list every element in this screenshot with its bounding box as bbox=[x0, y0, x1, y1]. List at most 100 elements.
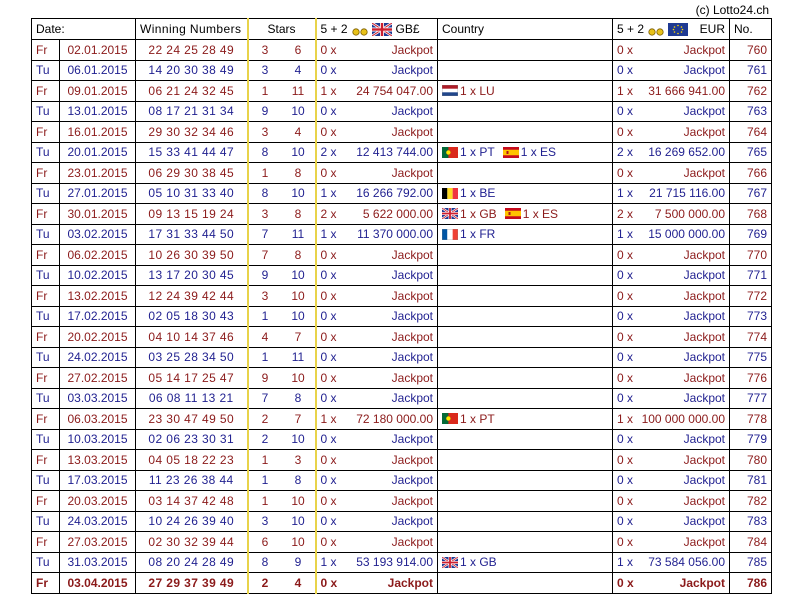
lucky-stars: 18 bbox=[246, 162, 317, 184]
draw-number: 772 bbox=[729, 285, 772, 307]
star-1: 8 bbox=[261, 145, 269, 160]
winning-numbers: 06 08 11 13 21 bbox=[135, 388, 248, 409]
eur-winner-count: 0 x bbox=[617, 124, 634, 139]
lucky-stars: 1 11 bbox=[246, 80, 317, 102]
winner-country bbox=[437, 347, 613, 368]
draw-date: 24.03.2015 bbox=[59, 511, 136, 532]
eur-jackpot: 0 x Jackpot bbox=[612, 511, 730, 532]
gb-jackpot: 1 x 24 754 047.00 bbox=[315, 80, 438, 102]
draw-date: 20.03.2015 bbox=[59, 490, 136, 512]
draw-date: 10.02.2015 bbox=[59, 265, 136, 286]
draw-day: Fr bbox=[31, 203, 60, 225]
winning-numbers: 22 24 25 28 49 bbox=[135, 39, 248, 61]
lucky-stars: 34 bbox=[246, 60, 317, 81]
gb-amount: Jackpot bbox=[391, 452, 433, 467]
table-row: Tu 27.01.2015 05 10 31 33 40 8 10 1 x 16 266 7… bbox=[31, 183, 772, 204]
winner-country bbox=[437, 121, 613, 143]
eur-amount: Jackpot bbox=[683, 534, 725, 549]
gb-amount: Jackpot bbox=[391, 391, 433, 406]
table-row: Tu 24.03.2015 10 24 26 39 40 3 10 0 x Jackpot 0… bbox=[31, 511, 772, 532]
draw-date: 27.01.2015 bbox=[59, 183, 136, 204]
gb-jackpot: 1 x 11 370 000.00 bbox=[315, 224, 438, 245]
winner-country: 1 x FR bbox=[437, 224, 613, 245]
eur-amount: Jackpot bbox=[683, 63, 725, 78]
lucky-stars: 1 10 bbox=[246, 306, 317, 327]
star-2: 10 bbox=[291, 493, 305, 508]
eur-jackpot: 0 x Jackpot bbox=[612, 60, 730, 81]
star-2: 10 bbox=[291, 534, 305, 549]
lucky-stars: 9 10 bbox=[246, 265, 317, 286]
draw-day: Tu bbox=[31, 511, 60, 532]
gb-jackpot: 0 x Jackpot bbox=[315, 449, 438, 471]
gb-jackpot: 0 x Jackpot bbox=[315, 326, 438, 348]
star-1: 1 bbox=[261, 452, 269, 467]
gb-jackpot: 1 x 53 193 914.00 bbox=[315, 552, 438, 573]
winning-numbers: 23 30 47 49 50 bbox=[135, 408, 248, 430]
draw-day: Tu bbox=[31, 224, 60, 245]
eur-amount: Jackpot bbox=[683, 42, 725, 57]
draw-number: 781 bbox=[729, 470, 772, 491]
star-1: 1 bbox=[261, 350, 269, 365]
winner-country: 1 x PT 1 x ES bbox=[437, 142, 613, 163]
table-row: Tu 17.02.2015 02 05 18 30 43 1 10 0 x Jackpot 0… bbox=[31, 306, 772, 327]
winner-country: 1 x GB bbox=[437, 552, 613, 573]
draw-day: Tu bbox=[31, 142, 60, 163]
table-row: Fr 03.04.2015 27 29 37 39 49 2 4 0 x Jackpot 0 … bbox=[31, 572, 772, 594]
country-winner: 1 x BE bbox=[442, 186, 495, 200]
gb-winner-count: 0 x bbox=[320, 350, 337, 365]
star-2: 10 bbox=[291, 268, 305, 283]
eur-amount: Jackpot bbox=[683, 288, 725, 303]
star-2: 10 bbox=[291, 309, 305, 324]
draw-number: 774 bbox=[729, 326, 772, 348]
star-2: 10 bbox=[291, 432, 305, 447]
gb-winner-count: 0 x bbox=[320, 391, 337, 406]
winner-country bbox=[437, 388, 613, 409]
winning-numbers: 06 29 30 38 45 bbox=[135, 162, 248, 184]
star-1: 7 bbox=[261, 227, 269, 242]
header-date: Date: bbox=[31, 18, 136, 40]
draw-day: Fr bbox=[31, 326, 60, 348]
draw-day: Fr bbox=[31, 39, 60, 61]
winner-country bbox=[437, 429, 613, 450]
draw-number: 777 bbox=[729, 388, 772, 409]
lucky-stars: 78 bbox=[246, 388, 317, 409]
eur-winner-count: 0 x bbox=[617, 288, 634, 303]
star-2: 7 bbox=[294, 411, 302, 426]
eur-jackpot: 0 x Jackpot bbox=[612, 429, 730, 450]
draw-date: 16.01.2015 bbox=[59, 121, 136, 143]
country-winner-text: 1 x FR bbox=[460, 227, 496, 242]
star-1: 3 bbox=[261, 514, 269, 529]
eur-jackpot: 0 x Jackpot bbox=[612, 470, 730, 491]
winning-numbers: 05 14 17 25 47 bbox=[135, 367, 248, 389]
draw-day: Fr bbox=[31, 285, 60, 307]
header-country: Country bbox=[437, 18, 613, 40]
star-2: 10 bbox=[291, 370, 305, 385]
eur-jackpot: 0 x Jackpot bbox=[612, 306, 730, 327]
eur-winner-count: 0 x bbox=[617, 309, 634, 324]
draw-day: Fr bbox=[31, 490, 60, 512]
eur-winner-count: 0 x bbox=[617, 575, 634, 590]
eur-winner-count: 1 x bbox=[617, 555, 634, 570]
star-2: 8 bbox=[294, 247, 302, 262]
table-row: Fr 13.02.2015 12 24 39 42 44 3 10 0 x Jackpot 0… bbox=[31, 285, 772, 307]
gb-winner-count: 1 x bbox=[320, 411, 337, 426]
lucky-stars: 7 11 bbox=[246, 224, 317, 245]
winning-numbers: 11 23 26 38 44 bbox=[135, 470, 248, 491]
star-2: 10 bbox=[291, 104, 305, 119]
eur-winner-count: 0 x bbox=[617, 452, 634, 467]
country-winner-text: 1 x GB bbox=[460, 206, 497, 221]
country-winner: 1 x LU bbox=[442, 84, 495, 98]
gb-jackpot: 1 x 72 180 000.00 bbox=[315, 408, 438, 430]
eur-amount: Jackpot bbox=[683, 309, 725, 324]
lucky-stars: 27 bbox=[246, 408, 317, 430]
eur-amount: Jackpot bbox=[683, 473, 725, 488]
table-row: Fr 16.01.2015 29 30 32 34 46 3 4 0 x Jackpot 0 … bbox=[31, 121, 772, 143]
gb-winner-count: 0 x bbox=[320, 452, 337, 467]
eur-amount: 7 500 000.00 bbox=[654, 206, 725, 221]
draw-number: 776 bbox=[729, 367, 772, 389]
draw-date: 17.02.2015 bbox=[59, 306, 136, 327]
draw-day: Fr bbox=[31, 121, 60, 143]
gb-winner-count: 0 x bbox=[320, 104, 337, 119]
winner-country: 1 x LU bbox=[437, 80, 613, 102]
eu-flag-icon bbox=[668, 22, 689, 36]
